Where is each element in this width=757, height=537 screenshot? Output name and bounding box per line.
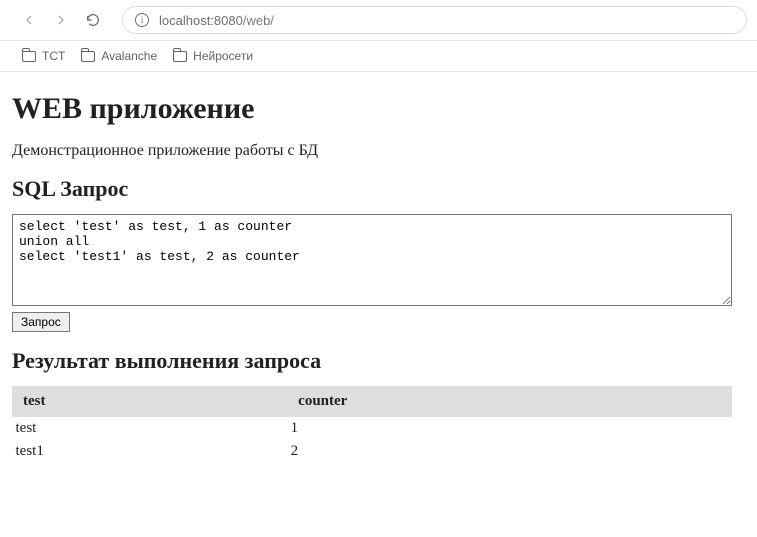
table-row: test 1 [13, 417, 732, 441]
bookmark-label: TCT [42, 49, 65, 63]
folder-icon [173, 51, 187, 62]
reload-button[interactable] [82, 9, 104, 31]
bookmark-label: Нейросети [193, 49, 253, 63]
bookmark-item[interactable]: TCT [22, 49, 65, 63]
bookmarks-bar: TCT Avalanche Нейросети [0, 41, 757, 72]
table-header: counter [288, 387, 732, 417]
bookmark-item[interactable]: Нейросети [173, 49, 253, 63]
arrow-right-icon [53, 12, 69, 28]
address-bar[interactable]: i localhost:8080/web/ [122, 6, 747, 34]
table-row: test1 2 [13, 440, 732, 463]
site-info-icon[interactable]: i [135, 13, 149, 27]
result-section-heading: Результат выполнения запроса [12, 348, 745, 374]
bookmark-item[interactable]: Avalanche [81, 49, 157, 63]
sql-input[interactable] [12, 214, 732, 306]
forward-button[interactable] [50, 9, 72, 31]
table-cell: test [13, 417, 288, 441]
arrow-left-icon [21, 12, 37, 28]
folder-icon [22, 51, 36, 62]
submit-button[interactable]: Запрос [12, 312, 70, 332]
bookmark-label: Avalanche [101, 49, 157, 63]
result-table: test counter test 1 test1 2 [12, 386, 732, 463]
table-header-row: test counter [13, 387, 732, 417]
page-content: WEB приложение Демонстрационное приложен… [0, 72, 757, 479]
page-subtitle: Демонстрационное приложение работы с БД [12, 142, 745, 160]
table-cell: 2 [288, 440, 732, 463]
table-header: test [13, 387, 288, 417]
browser-toolbar: i localhost:8080/web/ [0, 0, 757, 41]
page-title: WEB приложение [12, 92, 745, 126]
reload-icon [85, 12, 101, 28]
url-host: localhost:8080/web/ [159, 13, 274, 28]
table-cell: 1 [288, 417, 732, 441]
folder-icon [81, 51, 95, 62]
sql-section-heading: SQL Запрос [12, 176, 745, 202]
table-cell: test1 [13, 440, 288, 463]
back-button[interactable] [18, 9, 40, 31]
